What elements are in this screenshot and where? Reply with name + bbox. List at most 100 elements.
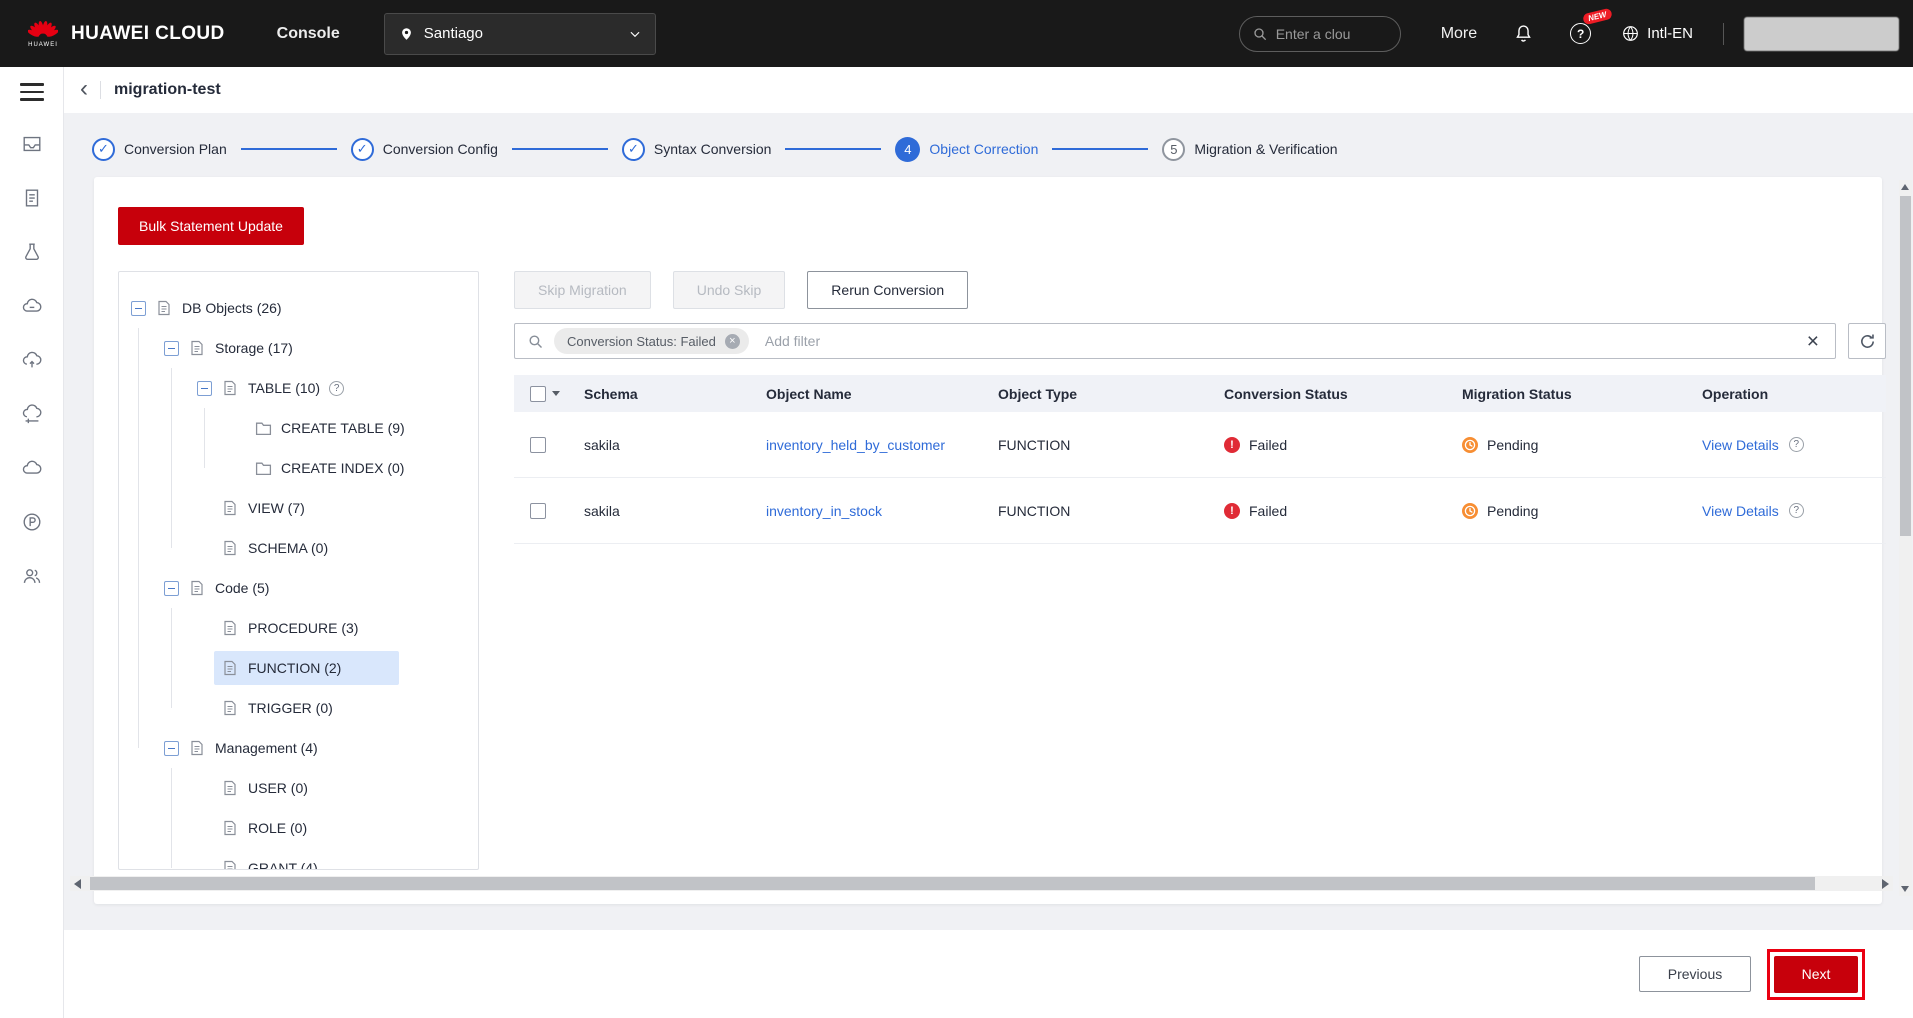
pending-icon [1462, 503, 1478, 519]
tree-node-function[interactable]: FUNCTION (2) [119, 648, 478, 688]
horizontal-scroll-thumb[interactable] [90, 877, 1815, 890]
tree-node-label[interactable]: VIEW (7) [248, 500, 305, 516]
row-checkbox[interactable] [530, 437, 546, 453]
tree-node-storage[interactable]: Storage (17) [119, 328, 478, 368]
tree-node-label[interactable]: FUNCTION (2) [248, 660, 341, 676]
tree-node-grant[interactable]: GRANT (4) [119, 848, 478, 870]
collapse-toggle-icon[interactable] [164, 341, 179, 356]
collapse-toggle-icon[interactable] [131, 301, 146, 316]
tree-node-procedure[interactable]: PROCEDURE (3) [119, 608, 478, 648]
tree-node-view[interactable]: VIEW (7) [119, 488, 478, 528]
tree-node-management[interactable]: Management (4) [119, 728, 478, 768]
collapse-toggle-icon[interactable] [197, 381, 212, 396]
tree-node-trigger[interactable]: TRIGGER (0) [119, 688, 478, 728]
horizontal-scrollbar[interactable] [70, 876, 1893, 891]
object-name-link[interactable]: inventory_in_stock [766, 503, 882, 519]
step-object-correction[interactable]: 4 Object Correction [895, 137, 1038, 162]
filter-tag[interactable]: Conversion Status: Failed × [554, 328, 749, 354]
tree-node-schema[interactable]: SCHEMA (0) [119, 528, 478, 568]
cloud-box-icon[interactable] [21, 295, 43, 317]
more-link[interactable]: More [1441, 25, 1477, 43]
scroll-right-arrow[interactable] [1882, 879, 1889, 889]
help-icon[interactable]: ? [329, 381, 344, 396]
cloud-server-icon[interactable] [21, 403, 43, 425]
console-link[interactable]: Console [277, 25, 340, 43]
skip-migration-button[interactable]: Skip Migration [514, 271, 651, 309]
tree-node-label[interactable]: SCHEMA (0) [248, 540, 328, 556]
tree-node-label[interactable]: Management (4) [215, 740, 318, 756]
parking-circle-icon[interactable] [21, 511, 43, 533]
select-menu-chevron-icon[interactable] [552, 391, 560, 396]
undo-skip-button[interactable]: Undo Skip [673, 271, 786, 309]
collapse-toggle-icon[interactable] [164, 741, 179, 756]
tree-node-code[interactable]: Code (5) [119, 568, 478, 608]
inbox-icon[interactable] [21, 133, 43, 155]
help-icon[interactable]: ? [1789, 503, 1804, 518]
tree-node-label[interactable]: TABLE (10) [248, 380, 320, 396]
collapse-toggle-icon[interactable] [164, 581, 179, 596]
back-button[interactable]: ‹ [80, 77, 88, 104]
step-conversion-plan[interactable]: ✓ Conversion Plan [92, 138, 227, 161]
step-conversion-config[interactable]: ✓ Conversion Config [351, 138, 498, 161]
tree-node-label[interactable]: ROLE (0) [248, 820, 307, 836]
clear-filters-icon[interactable]: × [1803, 331, 1823, 352]
step-syntax-conversion[interactable]: ✓ Syntax Conversion [622, 138, 772, 161]
tree-node-label[interactable]: GRANT (4) [248, 860, 318, 870]
rerun-conversion-button[interactable]: Rerun Conversion [807, 271, 968, 309]
cloud-upload-icon[interactable] [21, 349, 43, 371]
tree-node-db-objects[interactable]: DB Objects (26) [119, 288, 478, 328]
huawei-logo[interactable]: HUAWEI [28, 20, 58, 48]
document-list-icon[interactable] [21, 187, 43, 209]
language-selector[interactable]: Intl-EN [1621, 24, 1693, 43]
vertical-scrollbar[interactable] [1899, 180, 1912, 896]
remove-filter-icon[interactable]: × [725, 334, 740, 349]
tree-node-label[interactable]: DB Objects (26) [182, 300, 282, 316]
step-label: Migration & Verification [1194, 141, 1337, 157]
location-pin-icon [398, 25, 415, 42]
tree-node-label[interactable]: USER (0) [248, 780, 308, 796]
tree-node-label[interactable]: Code (5) [215, 580, 269, 596]
row-checkbox[interactable] [530, 503, 546, 519]
tree-node-role[interactable]: ROLE (0) [119, 808, 478, 848]
filter-bar[interactable]: Conversion Status: Failed × × [514, 323, 1836, 359]
help-icon[interactable]: ? [1789, 437, 1804, 452]
view-details-link[interactable]: View Details [1702, 437, 1779, 453]
new-badge: NEW [1582, 8, 1612, 26]
document-icon [222, 660, 239, 676]
selected-tree-node[interactable]: FUNCTION (2) [214, 651, 399, 685]
next-button[interactable]: Next [1774, 956, 1858, 993]
region-selector[interactable]: Santiago [384, 13, 656, 55]
scroll-up-arrow[interactable] [1901, 184, 1909, 190]
help-icon[interactable]: ? NEW [1570, 23, 1591, 44]
cloud-outline-icon[interactable] [21, 457, 43, 479]
select-all-checkbox[interactable] [530, 386, 546, 402]
previous-button[interactable]: Previous [1639, 956, 1751, 992]
bulk-statement-update-button[interactable]: Bulk Statement Update [118, 207, 304, 245]
tree-node-user[interactable]: USER (0) [119, 768, 478, 808]
tree-node-create-table[interactable]: CREATE TABLE (9) [119, 408, 478, 448]
global-search[interactable] [1239, 16, 1401, 52]
tree-node-label[interactable]: Storage (17) [215, 340, 293, 356]
add-filter-input[interactable] [765, 333, 1803, 349]
tree-node-create-index[interactable]: CREATE INDEX (0) [119, 448, 478, 488]
object-name-link[interactable]: inventory_held_by_customer [766, 437, 945, 453]
step-migration-verification[interactable]: 5 Migration & Verification [1162, 138, 1337, 161]
tree-node-label[interactable]: TRIGGER (0) [248, 700, 333, 716]
hamburger-menu-icon[interactable] [20, 83, 44, 101]
refresh-button[interactable] [1848, 323, 1886, 359]
tree-node-label[interactable]: CREATE TABLE (9) [281, 420, 405, 436]
main-panel: Bulk Statement Update DB Objects (26) St… [94, 177, 1882, 904]
tree-node-label[interactable]: CREATE INDEX (0) [281, 460, 404, 476]
flask-icon[interactable] [21, 241, 43, 263]
vertical-scroll-thumb[interactable] [1900, 196, 1911, 536]
tree-node-table[interactable]: TABLE (10) ? [119, 368, 478, 408]
users-icon[interactable] [21, 565, 43, 587]
tree-node-label[interactable]: PROCEDURE (3) [248, 620, 358, 636]
account-menu-redacted[interactable] [1744, 17, 1899, 51]
notifications-bell-icon[interactable] [1513, 23, 1534, 44]
view-details-link[interactable]: View Details [1702, 503, 1779, 519]
global-search-input[interactable] [1276, 26, 1388, 42]
page-title: migration-test [114, 81, 221, 99]
scroll-left-arrow[interactable] [74, 879, 81, 889]
scroll-down-arrow[interactable] [1901, 886, 1909, 892]
